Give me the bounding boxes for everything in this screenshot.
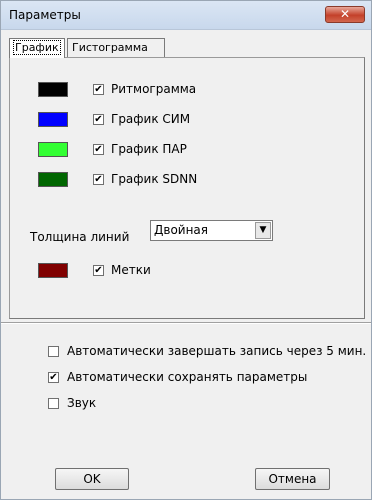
option-label-sound: Звук <box>67 396 97 410</box>
option-label-auto-stop: Автоматически завершать запись через 5 м… <box>67 344 367 358</box>
marks-color-swatch[interactable] <box>38 263 68 278</box>
tab-graph-label: График <box>13 40 61 55</box>
marks-checkbox[interactable]: ✔ <box>93 265 104 276</box>
ok-button[interactable]: OK <box>55 468 129 490</box>
series-checkbox-sdnn[interactable]: ✔ <box>93 174 104 185</box>
window-title: Параметры <box>9 8 81 22</box>
tab-histogram[interactable]: Гистограмма <box>67 38 165 58</box>
option-checkbox-sound[interactable] <box>48 398 59 409</box>
series-color-swatch-rhythmogram[interactable] <box>38 82 68 97</box>
chevron-down-icon[interactable]: ▼ <box>255 222 271 239</box>
series-checkbox-rhythmogram[interactable]: ✔ <box>93 84 104 95</box>
cancel-button[interactable]: Отмена <box>255 468 330 490</box>
series-label-sdnn: График SDNN <box>111 172 198 186</box>
option-checkbox-auto-stop[interactable] <box>48 346 59 357</box>
series-checkbox-par[interactable]: ✔ <box>93 144 104 155</box>
series-checkbox-sim[interactable]: ✔ <box>93 114 104 125</box>
close-icon: ✕ <box>339 7 351 21</box>
tab-histogram-label: Гистограмма <box>72 41 148 54</box>
graph-settings-panel: ✔ Ритмограмма ✔ График СИМ ✔ График ПАР … <box>9 57 365 319</box>
series-color-swatch-sdnn[interactable] <box>38 172 68 187</box>
marks-label: Метки <box>111 263 151 277</box>
line-width-select[interactable]: Двойная ▼ <box>150 220 273 241</box>
line-width-label: Толщина линий <box>30 230 130 244</box>
series-label-par: График ПАР <box>111 142 187 156</box>
option-checkbox-auto-save[interactable]: ✔ <box>48 372 59 383</box>
series-color-swatch-sim[interactable] <box>38 112 68 127</box>
line-width-value: Двойная <box>154 223 209 237</box>
option-label-auto-save: Автоматически сохранять параметры <box>67 370 308 384</box>
close-button[interactable]: ✕ <box>325 6 365 23</box>
tab-graph[interactable]: График <box>9 38 65 58</box>
series-label-sim: График СИМ <box>111 112 191 126</box>
title-bar[interactable]: Параметры ✕ <box>1 1 371 30</box>
separator <box>1 322 371 324</box>
series-label-rhythmogram: Ритмограмма <box>111 82 197 96</box>
settings-dialog: Параметры ✕ График Гистограмма ✔ Ритмогр… <box>0 0 372 500</box>
series-color-swatch-par[interactable] <box>38 142 68 157</box>
